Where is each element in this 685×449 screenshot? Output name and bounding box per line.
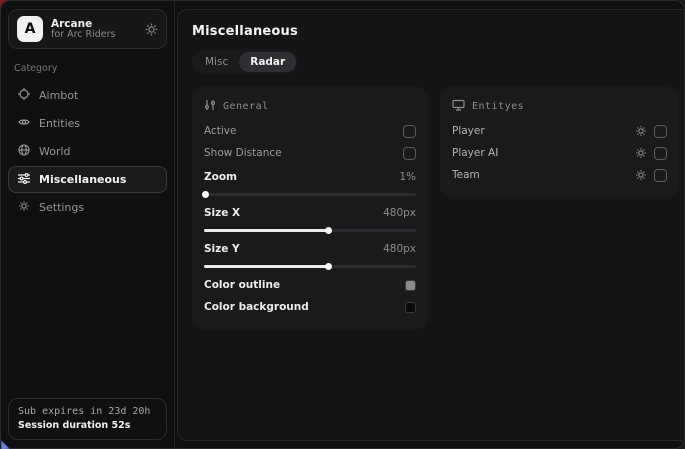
size-y-slider-thumb[interactable] <box>325 263 332 270</box>
size-y-value: 480px <box>383 243 416 255</box>
mouse-cursor <box>0 437 14 449</box>
player-row: Player <box>452 120 667 142</box>
gear-icon <box>18 200 30 215</box>
show-distance-checkbox[interactable] <box>403 147 416 160</box>
player-ai-checkbox[interactable] <box>654 147 667 160</box>
size-x-value: 480px <box>383 207 416 219</box>
size-y-slider-fill <box>204 265 329 268</box>
app-logo-letter: A <box>25 21 36 37</box>
sidebar-item-label: Entities <box>39 117 80 130</box>
subscription-card: Sub expires in 23d 20h Session duration … <box>8 398 167 440</box>
size-x-slider-row: Size X 480px <box>204 202 416 232</box>
entities-card: Entityes Player <box>440 87 679 197</box>
app-subtitle: for Arc Riders <box>51 30 137 41</box>
sub-expires-text: Sub expires in 23d 20h <box>18 406 157 417</box>
tab-misc[interactable]: Misc <box>194 52 239 72</box>
sidebar-item-label: Miscellaneous <box>39 173 126 186</box>
size-x-slider[interactable] <box>204 229 416 232</box>
size-x-slider-fill <box>204 229 329 232</box>
player-ai-label: Player AI <box>452 147 498 159</box>
color-background-row: Color background <box>204 296 416 318</box>
size-y-label: Size Y <box>204 243 240 255</box>
main-area: Miscellaneous Misc Radar <box>175 1 685 448</box>
team-controls <box>635 166 667 185</box>
screen: A Arcane for Arc Riders Category <box>0 0 685 449</box>
tab-radar[interactable]: Radar <box>239 52 296 72</box>
zoom-slider-labels: Zoom 1% <box>204 166 416 188</box>
size-y-slider-labels: Size Y 480px <box>204 238 416 260</box>
show-distance-label: Show Distance <box>204 147 282 159</box>
gear-icon[interactable] <box>635 144 647 163</box>
sidebar-item-entities[interactable]: Entities <box>8 110 167 137</box>
session-duration-text: Session duration 52s <box>18 420 157 431</box>
general-card-header: General <box>204 95 416 120</box>
general-card: General Active Show Distance Z <box>192 87 428 329</box>
gear-icon[interactable] <box>145 23 158 36</box>
sliders-icon <box>18 172 30 187</box>
size-x-slider-thumb[interactable] <box>325 227 332 234</box>
page-title: Miscellaneous <box>192 24 679 39</box>
player-checkbox[interactable] <box>654 125 667 138</box>
zoom-slider[interactable] <box>204 193 416 196</box>
category-label: Category <box>14 63 161 74</box>
sidebar: A Arcane for Arc Riders Category <box>1 1 175 448</box>
zoom-slider-fill <box>204 193 206 196</box>
zoom-slider-row: Zoom 1% <box>204 166 416 196</box>
sidebar-item-label: World <box>39 145 71 158</box>
size-y-slider-row: Size Y 480px <box>204 238 416 268</box>
entities-card-title: Entityes <box>472 101 524 112</box>
size-x-label: Size X <box>204 207 240 219</box>
gear-icon[interactable] <box>635 122 647 141</box>
color-outline-swatch[interactable] <box>405 280 416 291</box>
crosshair-icon <box>18 88 30 103</box>
active-checkbox[interactable] <box>403 125 416 138</box>
team-label: Team <box>452 169 480 181</box>
sidebar-item-miscellaneous[interactable]: Miscellaneous <box>8 166 167 193</box>
sidebar-nav: Aimbot Entities Wo <box>8 82 167 222</box>
gear-icon[interactable] <box>635 166 647 185</box>
entities-card-header: Entityes <box>452 95 667 120</box>
size-y-slider[interactable] <box>204 265 416 268</box>
color-outline-row: Color outline <box>204 274 416 296</box>
player-ai-controls <box>635 144 667 163</box>
cards-row: General Active Show Distance Z <box>192 87 679 329</box>
player-label: Player <box>452 125 485 137</box>
active-row: Active <box>204 120 416 142</box>
zoom-slider-thumb[interactable] <box>202 191 209 198</box>
zoom-label: Zoom <box>204 171 237 183</box>
size-x-slider-labels: Size X 480px <box>204 202 416 224</box>
adjustments-icon <box>204 99 216 114</box>
color-background-label: Color background <box>204 301 309 313</box>
app-header-card: A Arcane for Arc Riders <box>8 9 167 49</box>
show-distance-row: Show Distance <box>204 142 416 164</box>
sidebar-spacer <box>8 222 167 398</box>
globe-icon <box>18 144 30 159</box>
player-ai-row: Player AI <box>452 142 667 164</box>
sidebar-item-label: Settings <box>39 201 84 214</box>
tab-bar: Misc Radar <box>192 50 298 74</box>
color-outline-label: Color outline <box>204 279 280 291</box>
player-controls <box>635 122 667 141</box>
monitor-icon <box>452 99 465 114</box>
eye-icon <box>18 116 30 131</box>
app-logo: A <box>17 16 43 42</box>
zoom-value: 1% <box>399 171 416 183</box>
color-background-swatch[interactable] <box>405 302 416 313</box>
app-window: A Arcane for Arc Riders Category <box>0 0 685 449</box>
main-panel: Miscellaneous Misc Radar <box>177 9 685 441</box>
team-checkbox[interactable] <box>654 169 667 182</box>
general-card-title: General <box>223 101 269 112</box>
team-row: Team <box>452 164 667 186</box>
sidebar-item-aimbot[interactable]: Aimbot <box>8 82 167 109</box>
app-meta: Arcane for Arc Riders <box>51 18 137 41</box>
sidebar-item-label: Aimbot <box>39 89 78 102</box>
active-label: Active <box>204 125 236 137</box>
sidebar-item-world[interactable]: World <box>8 138 167 165</box>
sidebar-item-settings[interactable]: Settings <box>8 194 167 221</box>
app-name: Arcane <box>51 18 137 30</box>
